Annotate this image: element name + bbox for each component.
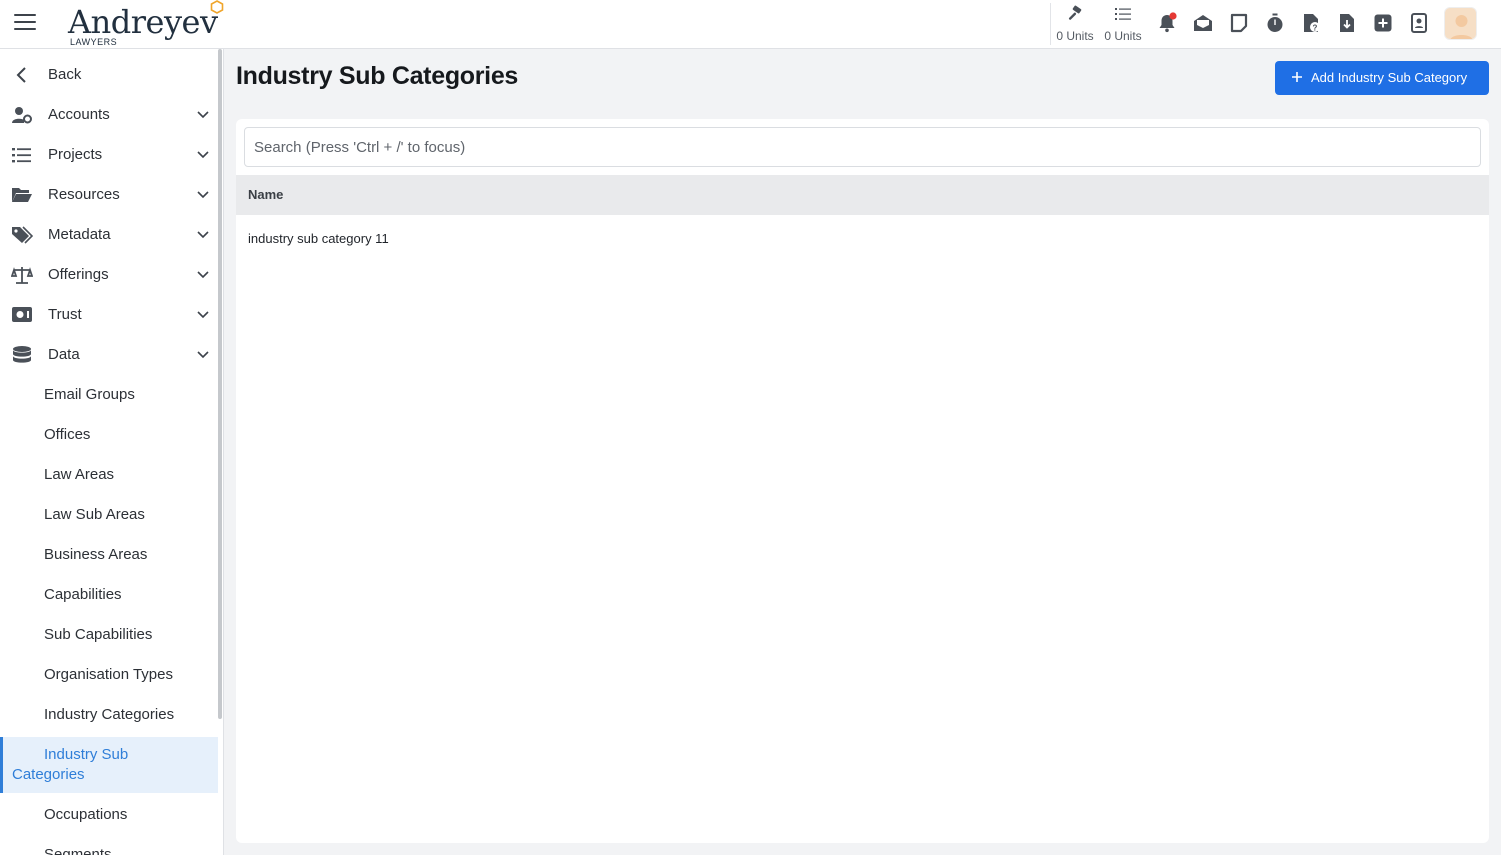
file-download-icon[interactable] [1336,12,1358,34]
column-header-name[interactable]: Name [248,187,283,202]
safe-icon [12,307,32,322]
list-icon [12,148,31,163]
sidebar-item-label: Sub Capabilities [44,626,153,643]
sidebar-item-label: Data [48,346,80,363]
sidebar-item-label: Law Areas [44,466,115,483]
sidebar-item-metadata[interactable]: Metadata [0,215,218,255]
search-input[interactable] [244,127,1481,167]
sidebar-item-label: Email Groups [44,386,135,403]
folder-open-icon [12,188,32,202]
sidebar-item-offerings[interactable]: Offerings [0,255,218,295]
chevron-down-icon [197,231,209,239]
gavel-icon [1068,5,1082,20]
logo-subtext: LAWYERS [70,37,118,47]
sidebar-back-label: Back [48,66,82,83]
sidebar-item-label: Industry Categories [44,706,175,723]
stopwatch-icon[interactable] [1264,12,1286,34]
menu-icon[interactable] [14,14,36,34]
sidebar-item-business-areas[interactable]: Business Areas [0,535,218,575]
sidebar-item-accounts[interactable]: Accounts [0,95,218,135]
mail-icon[interactable] [1192,12,1214,34]
sidebar: Back Accounts Projects Resources Metadat… [0,49,224,855]
sidebar-item-label: Segments [44,846,112,855]
add-button-label: Add Industry Sub Category [1311,70,1468,85]
user-cog-icon [12,107,32,124]
table-card: Name industry sub category 11 [236,119,1489,843]
list-icon [1115,8,1131,20]
chevron-down-icon [197,151,209,159]
sidebar-item-projects[interactable]: Projects [0,135,218,175]
sidebar-item-label: Capabilities [44,586,122,603]
top-bar: Andreyev LAWYERS 0 Units 0 Units ? [0,0,1501,49]
plus-square-icon[interactable] [1372,12,1394,34]
sidebar-item-label: Accounts [48,106,110,123]
sidebar-item-sub-capabilities[interactable]: Sub Capabilities [0,615,218,655]
sidebar-item-email-groups[interactable]: Email Groups [0,375,218,415]
sidebar-item-occupations[interactable]: Occupations [0,795,218,835]
hexagon-icon [210,0,224,14]
sidebar-item-trust[interactable]: Trust [0,295,218,335]
sidebar-item-capabilities[interactable]: Capabilities [0,575,218,615]
sidebar-item-law-sub-areas[interactable]: Law Sub Areas [0,495,218,535]
sidebar-item-organisation-types[interactable]: Organisation Types [0,655,218,695]
sidebar-item-label: Trust [48,306,82,323]
sidebar-item-resources[interactable]: Resources [0,175,218,215]
user-avatar-icon [1450,15,1473,39]
table-row[interactable]: industry sub category 11 [236,219,1489,259]
database-icon [13,346,31,363]
sidebar-item-industry-categories[interactable]: Industry Categories [0,695,218,735]
sidebar-item-industry-sub-categories[interactable]: Industry Sub Categories [0,737,218,793]
chevron-down-icon [197,311,209,319]
avatar[interactable] [1444,7,1477,40]
chevron-down-icon [197,271,209,279]
tags-icon [12,226,33,244]
sidebar-back[interactable]: Back [0,55,218,95]
table-cell-name: industry sub category 11 [248,231,389,246]
sidebar-item-label: Organisation Types [44,666,173,683]
chevron-down-icon [197,111,209,119]
page-title: Industry Sub Categories [236,62,519,90]
sidebar-item-offices[interactable]: Offices [0,415,218,455]
chevron-left-icon [16,67,26,83]
units-area [1050,3,1051,45]
sidebar-item-law-areas[interactable]: Law Areas [0,455,218,495]
sidebar-item-label: Offices [44,426,91,443]
sidebar-item-label: Business Areas [44,546,148,563]
add-industry-sub-category-button[interactable]: Add Industry Sub Category [1275,61,1489,95]
sidebar-item-label: Law Sub Areas [44,506,145,523]
sidebar-item-label: Industry Sub [44,746,129,763]
logo-text: Andreyev [68,3,218,41]
logo[interactable]: Andreyev LAWYERS [68,0,228,48]
sidebar-item-data[interactable]: Data [0,335,218,375]
table-header: Name [236,175,1489,215]
contact-card-icon[interactable] [1408,12,1430,34]
sidebar-item-label: Metadata [48,226,111,243]
list-units-label: 0 Units [1104,29,1142,43]
sidebar-item-label: Occupations [44,806,128,823]
svg-text:?: ? [1313,24,1318,33]
file-question-icon[interactable]: ? [1300,12,1322,34]
sidebar-item-label: Categories [12,766,85,783]
sidebar-item-label: Offerings [48,266,109,283]
scale-icon [11,267,33,284]
sidebar-item-segments[interactable]: Segments [0,835,218,855]
bell-icon[interactable] [1156,12,1178,34]
chevron-down-icon [197,191,209,199]
note-icon[interactable] [1228,12,1250,34]
gavel-units-label: 0 Units [1056,29,1094,43]
sidebar-item-label: Resources [48,186,120,203]
list-units[interactable]: 0 Units [1101,3,1145,45]
sidebar-scrollbar[interactable] [218,49,222,719]
chevron-down-icon [197,351,209,359]
plus-icon [1292,72,1302,82]
sidebar-item-label: Projects [48,146,103,163]
gavel-units[interactable]: 0 Units [1053,3,1097,45]
